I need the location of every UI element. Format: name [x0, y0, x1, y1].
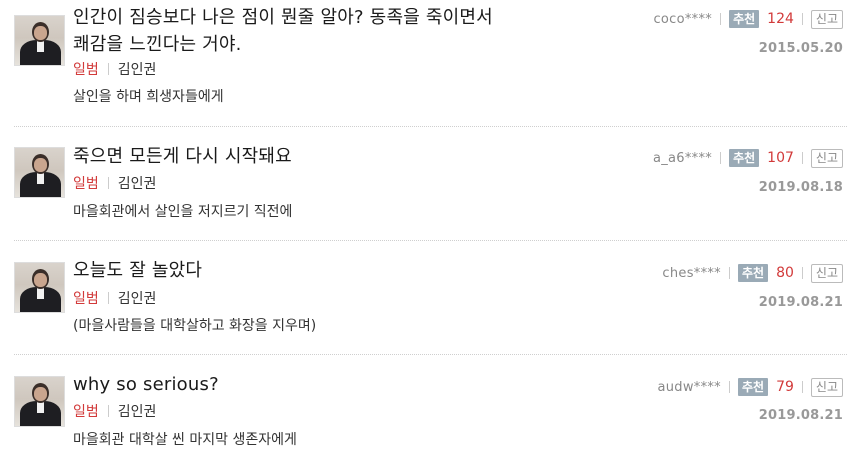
- username: ches****: [662, 265, 721, 281]
- quote-actions: ches**** 추천 80 신고: [662, 262, 843, 284]
- action-divider: [801, 381, 803, 393]
- quote-text: why so serious?: [73, 374, 219, 395]
- quote-context: 마을회관에서 살인을 저지르기 직전에: [73, 204, 293, 220]
- username: coco****: [653, 11, 713, 27]
- username: a_a6****: [652, 150, 713, 166]
- actor-avatar[interactable]: [14, 15, 65, 66]
- actor-avatar[interactable]: [14, 376, 65, 427]
- item-divider: [14, 354, 847, 355]
- meta-divider: [107, 292, 109, 304]
- action-divider: [728, 381, 730, 393]
- quote-context: 마을회관 대학살 씬 마지막 생존자에게: [73, 432, 297, 448]
- quote-actions: a_a6**** 추천 107 신고: [653, 147, 843, 169]
- action-divider: [728, 267, 730, 279]
- recommend-button[interactable]: 추천: [729, 10, 760, 28]
- action-divider: [720, 13, 722, 25]
- actor-avatar[interactable]: [14, 147, 65, 198]
- post-date: 2015.05.20: [758, 41, 843, 56]
- quote-context: 살인을 하며 희생자들에게: [73, 89, 224, 105]
- recommend-button[interactable]: 추천: [737, 378, 769, 396]
- recommend-count: 107: [767, 150, 794, 166]
- quote-context: (마을사람들을 대학살하고 화장을 지우며): [73, 318, 317, 334]
- quote-actions: audw**** 추천 79 신고: [657, 376, 843, 398]
- username: audw****: [657, 379, 721, 395]
- quote-actions: coco**** 추천 124 신고: [653, 8, 843, 30]
- quote-meta: 일범 김인권: [73, 175, 156, 193]
- action-divider: [720, 152, 722, 164]
- report-button[interactable]: 신고: [810, 9, 843, 29]
- work-title-link[interactable]: 일범: [73, 176, 99, 192]
- report-button[interactable]: 신고: [810, 263, 843, 283]
- report-button[interactable]: 신고: [810, 377, 843, 397]
- post-date: 2019.08.21: [758, 295, 843, 310]
- quote-meta: 일범 김인권: [73, 61, 156, 79]
- item-divider: [14, 126, 847, 127]
- post-date: 2019.08.21: [758, 408, 843, 423]
- action-divider: [801, 13, 803, 25]
- character-name-link[interactable]: 김인권: [118, 404, 157, 420]
- quote-text: 인간이 짐승보다 나은 점이 뭔줄 알아? 동족을 죽이면서 쾌감을 느낀다는 …: [73, 7, 493, 55]
- quote-text: 오늘도 잘 놀았다: [73, 260, 203, 281]
- quote-text: 죽으면 모든게 다시 시작돼요: [73, 146, 292, 167]
- recommend-button[interactable]: 추천: [729, 149, 760, 167]
- post-date: 2019.08.18: [758, 180, 843, 195]
- recommend-count: 124: [767, 11, 794, 27]
- actor-avatar[interactable]: [14, 262, 65, 313]
- recommend-button[interactable]: 추천: [737, 264, 769, 282]
- quote-meta: 일범 김인권: [73, 290, 156, 308]
- recommend-count: 79: [776, 379, 794, 395]
- action-divider: [801, 267, 803, 279]
- meta-divider: [107, 63, 109, 75]
- work-title-link[interactable]: 일범: [73, 404, 99, 420]
- character-name-link[interactable]: 김인권: [118, 291, 157, 307]
- item-divider: [14, 240, 847, 241]
- work-title-link[interactable]: 일범: [73, 291, 99, 307]
- meta-divider: [107, 405, 109, 417]
- report-button[interactable]: 신고: [810, 148, 843, 168]
- recommend-count: 80: [776, 265, 794, 281]
- character-name-link[interactable]: 김인권: [118, 62, 157, 78]
- character-name-link[interactable]: 김인권: [118, 176, 157, 192]
- action-divider: [801, 152, 803, 164]
- meta-divider: [107, 177, 109, 189]
- quote-meta: 일범 김인권: [73, 403, 156, 421]
- work-title-link[interactable]: 일범: [73, 62, 99, 78]
